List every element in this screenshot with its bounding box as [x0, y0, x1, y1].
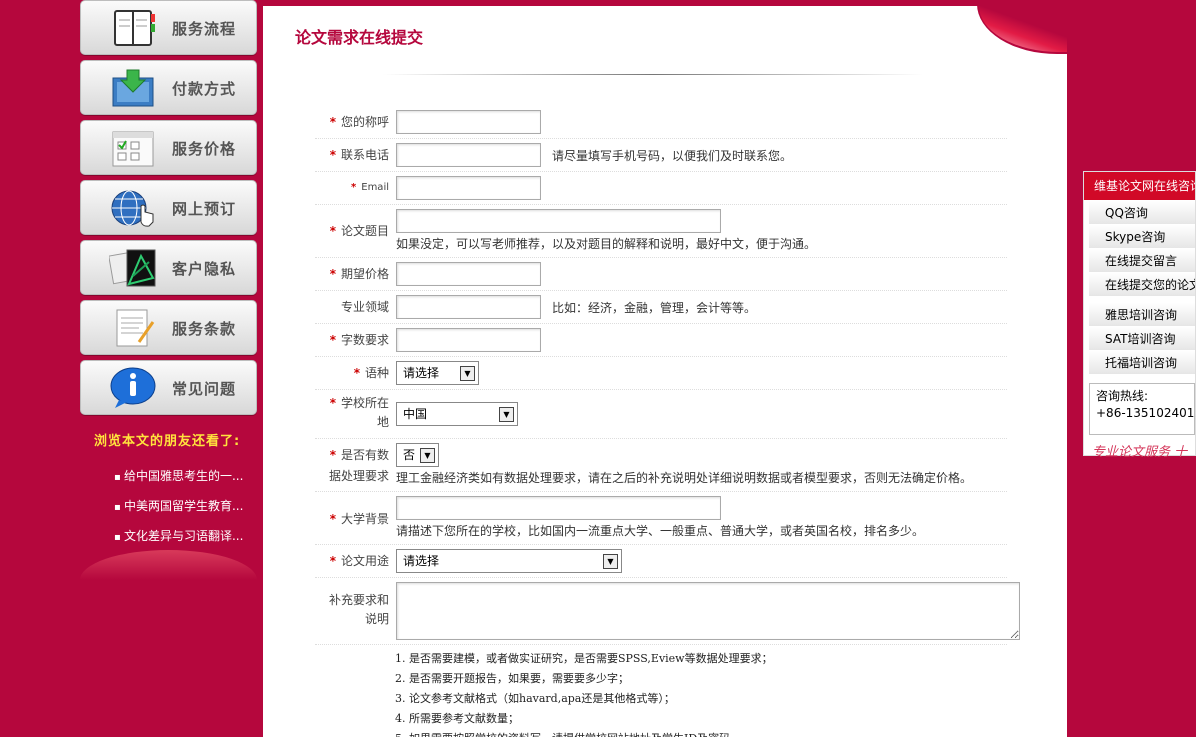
- related-article-link[interactable]: 文化差异与习语翻译...: [114, 527, 243, 544]
- price-list-icon: [109, 128, 157, 168]
- field-label: * 期望价格: [329, 267, 389, 281]
- form-row-school: * 学校所在地 中国 ▼: [315, 390, 1007, 439]
- name-input[interactable]: [396, 110, 541, 134]
- field-label: * 您的称呼: [329, 115, 389, 129]
- data-processing-select[interactable]: 否 ▼: [396, 443, 439, 467]
- form-row-name: * 您的称呼: [315, 106, 1007, 139]
- privacy-icon: [109, 248, 157, 288]
- form-row-extra: 补充要求和说明: [315, 578, 1020, 645]
- form-row-price: * 期望价格: [315, 258, 1007, 291]
- qq-consult-link[interactable]: QQ咨询: [1089, 201, 1195, 225]
- email-input[interactable]: [396, 176, 541, 200]
- field-hint: 比如：经济，金融，管理，会计等等。: [552, 301, 757, 315]
- chevron-down-icon: ▼: [603, 554, 618, 569]
- field-label: * 是否有数据处理要求: [328, 448, 389, 483]
- globe-hand-icon: [109, 188, 157, 228]
- related-article-link[interactable]: 给中国雅思考生的一...: [114, 467, 243, 484]
- field-label: 专业领域: [340, 300, 389, 314]
- left-navigation: 服务流程 付款方式 服务价格 网上预订 客户隐私 服务条款 常见问题 浏览本文的…: [80, 0, 257, 580]
- nav-label: 服务流程: [172, 20, 237, 38]
- background-input[interactable]: [396, 496, 721, 520]
- main-panel: 论文需求在线提交 * 您的称呼 * 联系电话 请尽量填写手机号码，以便我们及时联系您…: [263, 4, 1069, 737]
- price-input[interactable]: [396, 262, 541, 286]
- nav-label: 常见问题: [172, 380, 237, 398]
- school-location-select[interactable]: 中国 ▼: [396, 402, 518, 426]
- topic-input[interactable]: [396, 209, 721, 233]
- extra-requirements-textarea[interactable]: [396, 582, 1020, 640]
- hotline-number: +86-13510240101: [1096, 406, 1195, 420]
- background-hint: 请描述下您所在的学校，比如国内一流重点大学、一般重点、普通大学，或者英国名校，排…: [396, 524, 925, 538]
- language-select[interactable]: 请选择 ▼: [396, 361, 479, 385]
- field-label: * Email: [351, 182, 389, 193]
- topic-hint: 如果没定，可以写老师推荐，以及对题目的解释和说明，最好中文，便于沟通。: [396, 237, 817, 251]
- widget-slogan: 专业论文服务 十: [1092, 445, 1188, 460]
- related-article-link[interactable]: 中美两国留学生教育...: [114, 497, 243, 514]
- document-icon: [109, 308, 157, 348]
- form-row-language: * 语种 请选择 ▼: [315, 357, 1007, 390]
- note-item: 1. 是否需要建模，或者做实证研究，是否需要SPSS,Eview等数据处理要求；: [395, 652, 773, 665]
- form-row-field: 专业领域 比如：经济，金融，管理，会计等等。: [315, 291, 1007, 324]
- nav-label: 客户隐私: [172, 260, 237, 278]
- nav-terms-button[interactable]: 服务条款: [80, 300, 257, 355]
- chevron-down-icon: ▼: [420, 448, 435, 463]
- data-processing-hint: 理工金融经济类如有数据处理要求，请在之后的补充说明处详细说明数据或者模型要求，否…: [396, 471, 973, 485]
- phone-hint: 请尽量填写手机号码，以便我们及时联系您。: [552, 149, 793, 163]
- online-consult-widget: 维基论文网在线咨询 QQ咨询 Skype咨询 在线提交留言 在线提交您的论文 雅…: [1083, 171, 1196, 460]
- widget-header: 维基论文网在线咨询: [1084, 172, 1195, 200]
- field-label: * 论文用途: [329, 554, 389, 568]
- nav-online-booking-button[interactable]: 网上预订: [80, 180, 257, 235]
- form-row-data-processing: * 是否有数据处理要求 否 ▼ 理工金融经济类如有数据处理要求，请在之后的补充说明处…: [315, 439, 1007, 492]
- sat-consult-link[interactable]: SAT培训咨询: [1089, 327, 1195, 351]
- divider: [383, 74, 923, 75]
- field-label: * 学校所在地: [329, 396, 389, 429]
- form-row-email: * Email: [315, 172, 1007, 205]
- payment-icon: [109, 68, 157, 108]
- note-item: 2. 是否需要开题报告，如果要，需要要多少字；: [395, 672, 629, 685]
- decorative-curve: [80, 550, 257, 580]
- hotline-label: 咨询热线:: [1096, 389, 1149, 403]
- form-row-phone: * 联系电话 请尽量填写手机号码，以便我们及时联系您。: [315, 139, 1007, 172]
- field-label: 补充要求和说明: [328, 593, 389, 626]
- form-row-words: * 字数要求: [315, 324, 1007, 357]
- words-input[interactable]: [396, 328, 541, 352]
- nav-faq-button[interactable]: 常见问题: [80, 360, 257, 415]
- field-label: * 论文题目: [329, 224, 389, 238]
- phone-input[interactable]: [396, 143, 541, 167]
- field-label: * 大学背景: [329, 512, 389, 526]
- submit-paper-link[interactable]: 在线提交您的论文: [1089, 273, 1195, 297]
- nav-label: 服务条款: [172, 320, 237, 338]
- note-item: 4. 所需要参考文献数量；: [395, 712, 519, 725]
- nav-price-button[interactable]: 服务价格: [80, 120, 257, 175]
- nav-label: 服务价格: [172, 140, 237, 158]
- form-row-purpose: * 论文用途 请选择 ▼: [315, 545, 1007, 578]
- form-row-topic: * 论文题目 如果没定，可以写老师推荐，以及对题目的解释和说明，最好中文，便于沟通…: [315, 205, 1007, 258]
- ielts-consult-link[interactable]: 雅思培训咨询: [1089, 303, 1195, 327]
- purpose-select[interactable]: 请选择 ▼: [396, 549, 622, 573]
- form-row-background: * 大学背景 请描述下您所在的学校，比如国内一流重点大学、一般重点、普通大学，或者…: [315, 492, 1007, 545]
- field-label: * 字数要求: [329, 333, 389, 347]
- info-icon: [109, 367, 157, 408]
- note-item: 5. 如果需要按照学校的资料写，请提供学校网站地址及学生ID及密码: [395, 729, 773, 737]
- nav-label: 网上预订: [172, 200, 237, 218]
- skype-consult-link[interactable]: Skype咨询: [1089, 225, 1195, 249]
- notebook-icon: [109, 8, 157, 48]
- submit-message-link[interactable]: 在线提交留言: [1089, 249, 1195, 273]
- nav-service-process-button[interactable]: 服务流程: [80, 0, 257, 55]
- field-label: * 联系电话: [329, 148, 389, 162]
- note-item: 3. 论文参考文献格式（如havard,apa还是其他格式等）；: [395, 692, 675, 705]
- chevron-down-icon: ▼: [460, 366, 475, 381]
- toefl-consult-link[interactable]: 托福培训咨询: [1089, 351, 1195, 375]
- field-label: * 语种: [353, 366, 389, 380]
- nav-privacy-button[interactable]: 客户隐私: [80, 240, 257, 295]
- nav-payment-button[interactable]: 付款方式: [80, 60, 257, 115]
- notes-list: 1. 是否需要建模，或者做实证研究，是否需要SPSS,Eview等数据处理要求；…: [395, 649, 773, 737]
- chevron-down-icon: ▼: [499, 407, 514, 422]
- page-title: 论文需求在线提交: [295, 28, 424, 47]
- nav-label: 付款方式: [172, 80, 237, 98]
- related-articles-title: 浏览本文的朋友还看了:: [94, 434, 241, 449]
- field-input[interactable]: [396, 295, 541, 319]
- page-curl-decoration: [979, 6, 1067, 52]
- hotline-box: 咨询热线: +86-13510240101: [1089, 383, 1195, 435]
